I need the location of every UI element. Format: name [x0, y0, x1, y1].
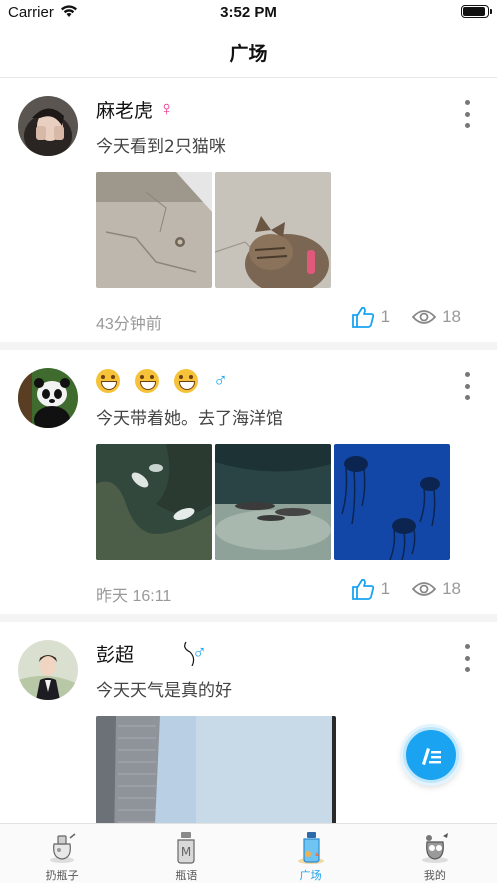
tab-bar: 扔瓶子 M 瓶语 广场 我的 — [0, 823, 497, 883]
like-icon[interactable] — [351, 578, 375, 600]
user-name[interactable]: 麻老虎 — [96, 96, 153, 123]
post-photo-skyscraper[interactable] — [96, 716, 336, 823]
more-options-button[interactable] — [463, 644, 471, 672]
post-text: 今天看到2只猫咪 — [96, 137, 226, 157]
post-time: 昨天 16:11 — [96, 588, 172, 605]
post-card[interactable]: 麻老虎 ♀ 今天看到2只猫咪 43分钟前 1 18 — [0, 78, 497, 350]
post-card[interactable]: 彭超 ♂ 今天天气是真的好 — [0, 622, 497, 823]
post-photo-jellyfish[interactable] — [334, 444, 450, 560]
grin-emoji-icon — [96, 369, 120, 393]
post-card[interactable]: ♂ 今天带着她。去了海洋馆 昨天 16:11 1 18 — [0, 350, 497, 622]
photo-grid — [96, 172, 331, 288]
view-count: 18 — [442, 307, 461, 326]
grin-emoji-icon — [135, 369, 159, 393]
avatar[interactable] — [18, 96, 78, 156]
views-icon — [412, 582, 437, 596]
post-text: 今天带着她。去了海洋馆 — [96, 409, 283, 429]
tab-plaza[interactable]: 广场 — [249, 824, 373, 883]
like-count: 1 — [380, 307, 391, 326]
post-photo-cat-ground[interactable] — [96, 172, 212, 288]
avatar[interactable] — [18, 368, 78, 428]
post-time: 43分钟前 — [96, 316, 162, 333]
tab-label: 我的 — [423, 869, 446, 882]
tab-label: 广场 — [299, 869, 322, 882]
post-feed[interactable]: 麻老虎 ♀ 今天看到2只猫咪 43分钟前 1 18 ♂ 今天带着她。去了海洋馆 … — [0, 78, 497, 823]
tab-mine[interactable]: 我的 — [373, 824, 497, 883]
user-name[interactable]: 彭超 — [96, 640, 134, 667]
more-options-button[interactable] — [463, 372, 471, 400]
more-options-button[interactable] — [463, 100, 471, 128]
status-time: 3:52 PM — [220, 4, 277, 21]
grin-emoji-icon — [174, 369, 198, 393]
post-photo-aquarium-fish[interactable] — [96, 444, 212, 560]
like-count: 1 — [380, 579, 391, 598]
pencil-note-icon — [422, 748, 441, 765]
nav-bar: 广场 — [0, 26, 497, 78]
status-bar: Carrier 3:52 PM — [0, 0, 497, 26]
male-icon: ♂ — [192, 642, 208, 664]
post-stats: 1 18 — [351, 306, 461, 328]
compose-post-button[interactable] — [403, 727, 459, 783]
post-stats: 1 18 — [351, 578, 461, 600]
post-header: 彭超 ♂ — [96, 640, 207, 666]
avatar[interactable] — [18, 640, 78, 700]
female-icon: ♀ — [159, 98, 175, 120]
page-title: 广场 — [229, 43, 268, 65]
tab-label: 扔瓶子 — [45, 869, 79, 882]
svg-text:M: M — [181, 845, 191, 859]
tab-bottle-messages[interactable]: M 瓶语 — [124, 824, 248, 883]
post-photo-aquarium-sharks[interactable] — [215, 444, 331, 560]
post-photo-cat-closeup[interactable] — [215, 172, 331, 288]
throw-bottle-icon — [50, 833, 76, 863]
views-icon — [412, 310, 437, 324]
photo-grid — [96, 444, 450, 560]
battery-icon — [461, 5, 492, 18]
profile-bottle-icon — [421, 833, 448, 863]
post-text: 今天天气是真的好 — [96, 681, 232, 701]
male-icon: ♂ — [213, 370, 228, 392]
plaza-bottle-icon — [297, 832, 324, 864]
post-header: 麻老虎 ♀ — [96, 96, 174, 122]
message-bottle-icon: M — [177, 832, 195, 864]
post-header: ♂ — [96, 368, 228, 394]
tab-throw-bottle[interactable]: 扔瓶子 — [0, 824, 124, 883]
like-icon[interactable] — [351, 306, 375, 328]
tab-label: 瓶语 — [175, 869, 198, 882]
view-count: 18 — [442, 579, 461, 598]
